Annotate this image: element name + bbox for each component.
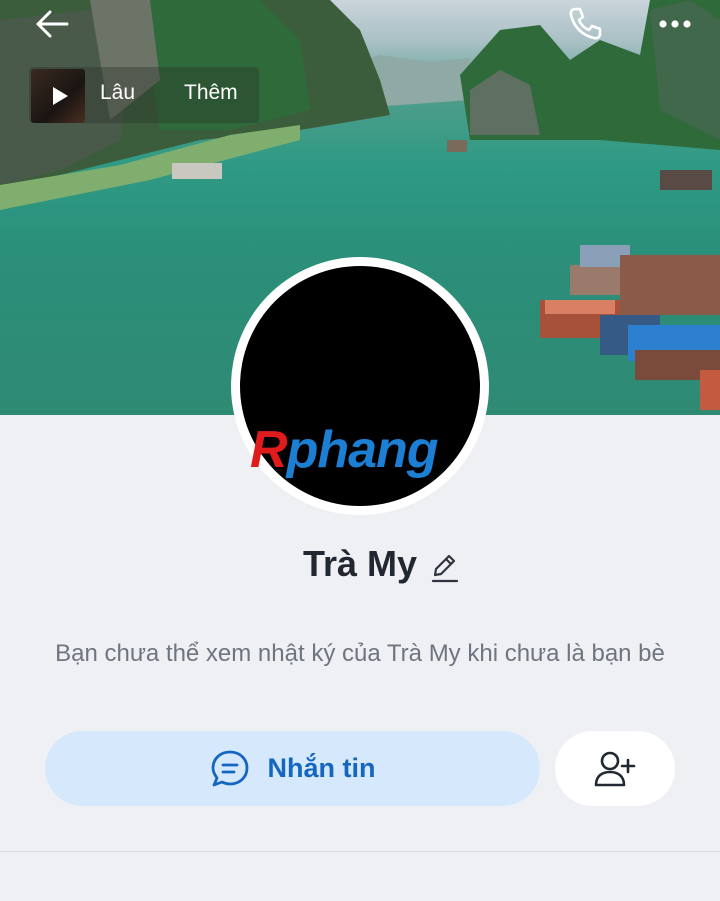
message-button-label: Nhắn tin (267, 753, 376, 783)
music-more-link[interactable]: Thêm (184, 81, 238, 105)
top-bar (0, 0, 720, 60)
more-dots-icon (659, 20, 691, 28)
message-button[interactable]: Nhắn tin (45, 731, 540, 806)
avatar-watermark: Rphang (250, 420, 439, 480)
call-button[interactable] (563, 2, 607, 46)
avatar-watermark-first: R (250, 421, 288, 479)
phone-icon (569, 7, 602, 40)
profile-music-chip[interactable]: Lâu Thêm (29, 67, 259, 123)
profile-name: Trà My (302, 543, 418, 584)
play-icon (53, 87, 68, 105)
arrow-left-icon (36, 10, 69, 38)
add-user-icon (594, 751, 636, 786)
music-title: Lâu (100, 81, 136, 104)
edit-name-button[interactable] (430, 551, 460, 588)
diary-privacy-notice: Bạn chưa thể xem nhật ký của Trà My khi … (55, 640, 665, 667)
add-friend-button[interactable] (555, 731, 675, 806)
more-button[interactable] (652, 2, 698, 46)
chat-bubble-icon (211, 750, 248, 786)
pencil-icon (431, 554, 459, 583)
section-divider (0, 851, 720, 852)
music-thumbnail[interactable] (31, 69, 85, 123)
back-button[interactable] (30, 4, 74, 44)
avatar-watermark-rest: phang (286, 421, 439, 479)
profile-name-row: Trà My (0, 543, 720, 585)
